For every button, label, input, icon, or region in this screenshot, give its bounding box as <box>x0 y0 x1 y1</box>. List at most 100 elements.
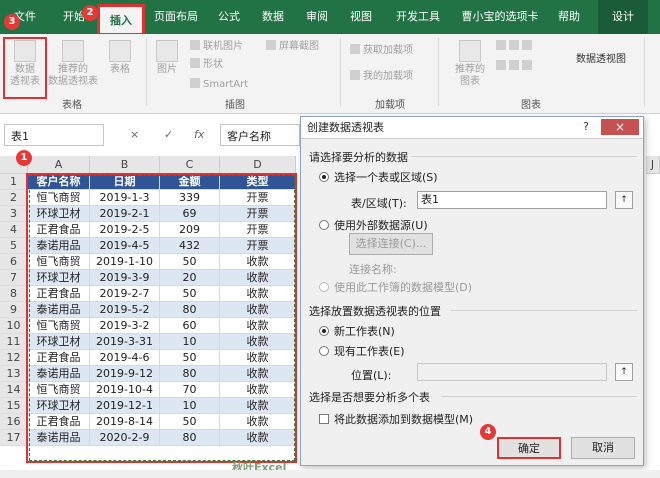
tab-custom[interactable]: 曹小宝的选项卡 <box>456 0 544 34</box>
cell[interactable]: 80 <box>160 302 220 318</box>
close-icon[interactable]: × <box>601 119 639 135</box>
row-header[interactable]: 2 <box>0 190 28 206</box>
cell[interactable]: 69 <box>160 206 220 222</box>
cell[interactable]: 泰诺用品 <box>28 366 90 382</box>
help-icon[interactable]: ? <box>579 120 593 134</box>
cell[interactable]: 收款 <box>220 286 296 302</box>
radio-existing-worksheet[interactable]: 现有工作表(E) <box>319 343 405 359</box>
column-header-a[interactable]: A <box>28 156 90 174</box>
cell[interactable]: 50 <box>160 414 220 430</box>
cell[interactable]: 10 <box>160 398 220 414</box>
cell[interactable]: 金额 <box>160 174 220 190</box>
cell[interactable]: 2019-10-4 <box>90 382 160 398</box>
cell[interactable]: 20 <box>160 270 220 286</box>
row-header[interactable]: 16 <box>0 414 28 430</box>
cell[interactable]: 50 <box>160 254 220 270</box>
tab-view[interactable]: 视图 <box>344 0 378 34</box>
row-header[interactable]: 8 <box>0 286 28 302</box>
screenshot-button[interactable]: 屏幕截图 <box>266 40 319 54</box>
cell[interactable]: 正君食品 <box>28 414 90 430</box>
add-to-data-model-checkbox[interactable]: 将此数据添加到数据模型(M) <box>319 411 473 427</box>
cell[interactable]: 开票 <box>220 222 296 238</box>
cell[interactable]: 开票 <box>220 238 296 254</box>
cell[interactable]: 日期 <box>90 174 160 190</box>
online-picture-button[interactable]: 联机图片 <box>190 40 243 54</box>
column-header-j[interactable]: J <box>646 156 660 174</box>
cell[interactable]: 环球卫材 <box>28 270 90 286</box>
tab-developer[interactable]: 开发工具 <box>390 0 446 34</box>
cell[interactable]: 收款 <box>220 318 296 334</box>
row-header[interactable]: 3 <box>0 206 28 222</box>
pivot-table-button[interactable]: 数据 透视表 <box>6 40 44 88</box>
row-header[interactable]: 12 <box>0 350 28 366</box>
row-header[interactable]: 17 <box>0 430 28 446</box>
cell[interactable]: 50 <box>160 350 220 366</box>
cell[interactable]: 209 <box>160 222 220 238</box>
cell[interactable]: 收款 <box>220 382 296 398</box>
formula-input[interactable]: 客户名称 <box>220 124 300 146</box>
cell[interactable]: 收款 <box>220 398 296 414</box>
cancel-button[interactable]: 取消 <box>571 437 635 459</box>
tab-formulas[interactable]: 公式 <box>212 0 246 34</box>
column-header-b[interactable]: B <box>90 156 160 174</box>
row-header[interactable]: 15 <box>0 398 28 414</box>
location-picker-button[interactable]: ↑ <box>615 363 633 381</box>
cell[interactable]: 2019-3-31 <box>90 334 160 350</box>
cancel-icon[interactable]: × <box>130 128 139 141</box>
tab-design[interactable]: 设计 <box>598 0 648 34</box>
cell[interactable]: 泰诺用品 <box>28 238 90 254</box>
row-header[interactable]: 4 <box>0 222 28 238</box>
smartart-button[interactable]: SmartArt <box>190 78 248 92</box>
range-picker-button[interactable]: ↑ <box>615 191 633 209</box>
recommended-pivot-button[interactable]: 推荐的 数据透视表 <box>48 40 98 88</box>
cell[interactable]: 2019-2-5 <box>90 222 160 238</box>
fx-icon[interactable]: fx <box>194 128 204 141</box>
tab-insert[interactable]: 插入 <box>98 5 144 34</box>
cell[interactable]: 恒飞商贸 <box>28 190 90 206</box>
cell[interactable]: 2019-3-9 <box>90 270 160 286</box>
cell[interactable]: 2019-12-1 <box>90 398 160 414</box>
cell[interactable]: 2019-1-10 <box>90 254 160 270</box>
cell[interactable]: 开票 <box>220 206 296 222</box>
cell[interactable]: 收款 <box>220 350 296 366</box>
radio-external-source[interactable]: 使用外部数据源(U) <box>319 217 428 233</box>
name-box[interactable]: 表1 <box>4 124 104 146</box>
cell[interactable]: 正君食品 <box>28 286 90 302</box>
cell[interactable]: 收款 <box>220 414 296 430</box>
cell[interactable]: 收款 <box>220 270 296 286</box>
cell[interactable]: 正君食品 <box>28 222 90 238</box>
cell[interactable]: 泰诺用品 <box>28 430 90 446</box>
location-input[interactable] <box>417 363 607 381</box>
cell[interactable]: 2019-4-6 <box>90 350 160 366</box>
cell[interactable]: 10 <box>160 334 220 350</box>
confirm-icon[interactable]: ✓ <box>164 128 173 141</box>
tab-review[interactable]: 审阅 <box>300 0 334 34</box>
cell[interactable]: 客户名称 <box>28 174 90 190</box>
cell[interactable]: 收款 <box>220 254 296 270</box>
get-addins-button[interactable]: 获取加载项 <box>350 44 413 58</box>
cell[interactable]: 2019-2-1 <box>90 206 160 222</box>
ok-button[interactable]: 确定 <box>497 437 561 459</box>
cell[interactable]: 收款 <box>220 302 296 318</box>
pivot-chart-button[interactable]: 数据透视图 <box>572 54 630 66</box>
radio-new-worksheet[interactable]: 新工作表(N) <box>319 323 395 339</box>
cell[interactable]: 2019-9-12 <box>90 366 160 382</box>
cell[interactable]: 正君食品 <box>28 350 90 366</box>
cell[interactable]: 70 <box>160 382 220 398</box>
row-header[interactable]: 10 <box>0 318 28 334</box>
row-header[interactable]: 11 <box>0 334 28 350</box>
cell[interactable]: 环球卫材 <box>28 398 90 414</box>
cell[interactable]: 收款 <box>220 366 296 382</box>
tab-help[interactable]: 帮助 <box>552 0 586 34</box>
column-header-d[interactable]: D <box>220 156 296 174</box>
cell[interactable]: 恒飞商贸 <box>28 254 90 270</box>
cell[interactable]: 泰诺用品 <box>28 302 90 318</box>
cell[interactable]: 2019-5-2 <box>90 302 160 318</box>
choose-connection-button[interactable]: 选择连接(C)... <box>349 233 433 255</box>
cell[interactable]: 60 <box>160 318 220 334</box>
cell[interactable]: 2019-4-5 <box>90 238 160 254</box>
cell[interactable]: 2019-3-2 <box>90 318 160 334</box>
cell[interactable]: 环球卫材 <box>28 334 90 350</box>
cell[interactable]: 类型 <box>220 174 296 190</box>
radio-data-model[interactable]: 使用此工作簿的数据模型(D) <box>319 279 472 295</box>
